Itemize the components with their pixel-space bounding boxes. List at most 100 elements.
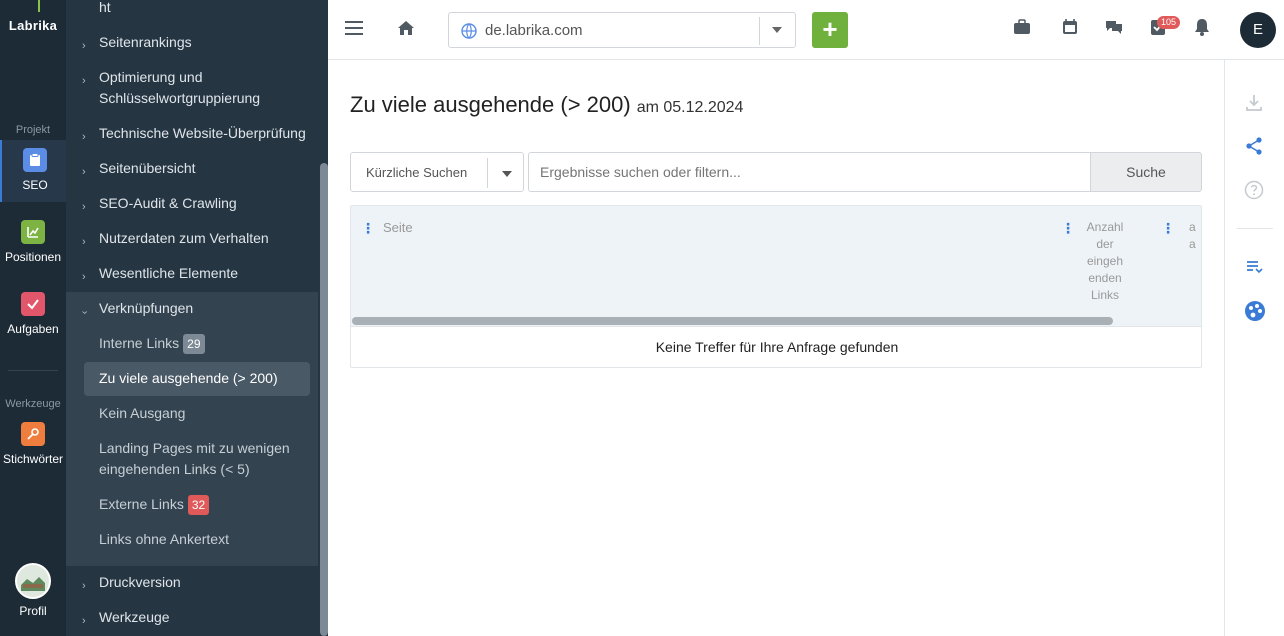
clipboard-icon xyxy=(23,148,47,172)
sidebar-item-partial[interactable]: ht xyxy=(66,0,318,18)
chevron-down-icon[interactable] xyxy=(502,171,512,177)
profile-avatar[interactable] xyxy=(15,563,51,599)
key-icon xyxy=(21,422,45,446)
rail-label-positionen: Positionen xyxy=(4,250,62,264)
globe-icon xyxy=(461,23,477,44)
sidebar-subitem-interne-links[interactable]: Interne Links 29 xyxy=(66,333,318,355)
rail-item-aufgaben[interactable]: Aufgaben xyxy=(0,284,66,346)
domain-divider xyxy=(759,17,760,45)
sidebar-item-label: Optimierung und Schlüsselwortgruppierung xyxy=(99,69,261,106)
sidebar-subitem-externe-links[interactable]: Externe Links 32 xyxy=(66,494,318,516)
count-badge: 29 xyxy=(183,334,205,355)
sidebar-scrollbar-thumb[interactable] xyxy=(320,163,328,636)
column-header-seite[interactable]: Seite xyxy=(383,220,413,235)
sidebar-item-technische-ueberpruefung[interactable]: › Technische Website-Überprüfung xyxy=(66,123,318,144)
sidebar-item-label: Wesentliche Elemente xyxy=(99,265,239,281)
sidebar-subitem-landing-pages[interactable]: Landing Pages mit zu wenigen eingehenden… xyxy=(66,438,318,480)
sidebar-item-label: Technische Website-Überprüfung xyxy=(99,125,306,141)
sidebar-item-druckversion[interactable]: › Druckversion xyxy=(66,572,318,593)
sidebar-subitem-label: Zu viele ausgehende (> 200) xyxy=(99,370,278,386)
column-menu-icon[interactable]: ⋮ xyxy=(1061,220,1075,237)
calendar-icon[interactable] xyxy=(1061,18,1079,42)
sidebar-subitem-links-ohne-ankertext[interactable]: Links ohne Ankertext xyxy=(66,529,318,550)
chevron-right-icon: › xyxy=(82,75,86,87)
chevron-down-icon[interactable] xyxy=(772,27,782,33)
sidebar-item-werkzeuge[interactable]: › Werkzeuge xyxy=(66,607,318,628)
results-table: ⋮ Seite ⋮ Anzahl der eingeh enden Links … xyxy=(350,205,1202,368)
sidebar-item-label: Werkzeuge xyxy=(99,609,170,625)
sidebar-subitem-label: Links ohne Ankertext xyxy=(99,531,229,547)
list-icon[interactable] xyxy=(1244,257,1266,279)
share-icon[interactable] xyxy=(1244,136,1266,158)
sidebar: ht › Seitenrankings › Optimierung und Sc… xyxy=(66,0,318,636)
sidebar-item-seo-audit[interactable]: › SEO-Audit & Crawling xyxy=(66,193,318,214)
rail-item-positionen[interactable]: Positionen xyxy=(0,212,66,274)
chevron-right-icon: › xyxy=(82,236,86,248)
chart-icon xyxy=(21,220,45,244)
sidebar-subitem-label: Externe Links xyxy=(99,496,184,512)
briefcase-icon[interactable] xyxy=(1013,18,1031,42)
chat-icon[interactable] xyxy=(1104,18,1124,42)
sidebar-item-seitenrankings[interactable]: › Seitenrankings xyxy=(66,32,318,53)
recent-searches-dropdown[interactable]: Kürzliche Suchen xyxy=(350,152,524,192)
recent-searches-label: Kürzliche Suchen xyxy=(366,165,468,180)
sidebar-item-label: Seitenrankings xyxy=(99,34,192,50)
sidebar-item-label: Nutzerdaten zum Verhalten xyxy=(99,230,269,246)
chevron-right-icon: › xyxy=(82,271,86,283)
sidebar-item-optimierung[interactable]: › Optimierung und Schlüsselwortgruppieru… xyxy=(66,67,318,109)
domain-selector[interactable]: de.labrika.com xyxy=(448,12,796,48)
sidebar-item-seitenuebersicht[interactable]: › Seitenübersicht xyxy=(66,158,318,179)
logo[interactable]: Labrika xyxy=(0,18,66,33)
rail-item-seo[interactable]: SEO xyxy=(0,140,66,202)
sidebar-item-label: Druckversion xyxy=(99,574,181,590)
column-menu-icon[interactable]: ⋮ xyxy=(1161,220,1175,237)
menu-icon[interactable] xyxy=(344,18,364,44)
sidebar-subitem-kein-ausgang[interactable]: Kein Ausgang xyxy=(66,403,318,424)
sidebar-item-label: Seitenübersicht xyxy=(99,160,196,176)
rail-label-seo: SEO xyxy=(22,178,48,192)
sidebar-item-wesentliche-elemente[interactable]: › Wesentliche Elemente xyxy=(66,263,318,284)
chevron-right-icon: › xyxy=(82,166,86,178)
rail-divider xyxy=(8,370,58,371)
column-header-anzahl-eingehende-links[interactable]: Anzahl der eingeh enden Links xyxy=(1081,219,1129,304)
check-icon xyxy=(21,292,45,316)
bell-icon[interactable] xyxy=(1194,18,1210,42)
rail-section-tools: Werkzeuge xyxy=(5,398,61,410)
sidebar-scrollbar[interactable] xyxy=(318,0,328,636)
notification-count-badge: 105 xyxy=(1157,16,1181,29)
right-rail xyxy=(1224,60,1284,636)
help-icon[interactable] xyxy=(1244,180,1266,202)
page-title-text: Zu viele ausgehende (> 200) xyxy=(350,92,631,117)
rail-item-stichwoerter[interactable]: Stichwörter xyxy=(0,414,66,476)
chevron-right-icon: › xyxy=(82,580,86,592)
sidebar-item-nutzerdaten[interactable]: › Nutzerdaten zum Verhalten xyxy=(66,228,318,249)
logo-accent xyxy=(38,0,40,12)
column-menu-icon[interactable]: ⋮ xyxy=(361,220,375,237)
download-icon[interactable] xyxy=(1244,93,1266,115)
rail-label-stichwoerter: Stichwörter xyxy=(2,452,64,466)
user-avatar[interactable]: E xyxy=(1240,12,1276,48)
sidebar-item-label: SEO-Audit & Crawling xyxy=(99,195,237,211)
empty-message: Keine Treffer für Ihre Anfrage gefunden xyxy=(351,326,1201,367)
sidebar-subitem-label: Landing Pages mit zu wenigen eingehenden… xyxy=(99,440,290,477)
rail-label-profil: Profil xyxy=(19,604,47,618)
chevron-down-icon: › xyxy=(78,310,91,315)
chevron-right-icon: › xyxy=(82,40,86,52)
search-input[interactable] xyxy=(528,152,1091,192)
sidebar-subitem-zu-viele-ausgehende[interactable]: Zu viele ausgehende (> 200) xyxy=(66,368,318,389)
domain-value: de.labrika.com xyxy=(485,22,583,39)
home-icon[interactable] xyxy=(396,18,416,44)
count-badge: 32 xyxy=(187,495,210,516)
recent-searches-divider xyxy=(487,158,488,188)
sidebar-item-label: Verknüpfungen xyxy=(99,300,194,316)
rail-section-project: Projekt xyxy=(15,124,51,136)
add-button[interactable]: + xyxy=(812,12,848,48)
page-title-date: am 05.12.2024 xyxy=(636,99,744,116)
chevron-right-icon: › xyxy=(82,131,86,143)
sidebar-item-verknuepfungen[interactable]: › Verknüpfungen xyxy=(66,298,318,319)
column-header-truncated[interactable]: a a xyxy=(1189,219,1196,253)
palette-icon[interactable] xyxy=(1244,300,1266,322)
sidebar-subitem-label: Kein Ausgang xyxy=(99,405,186,421)
search-button[interactable]: Suche xyxy=(1090,152,1202,192)
table-scrollbar-thumb[interactable] xyxy=(352,317,1113,325)
